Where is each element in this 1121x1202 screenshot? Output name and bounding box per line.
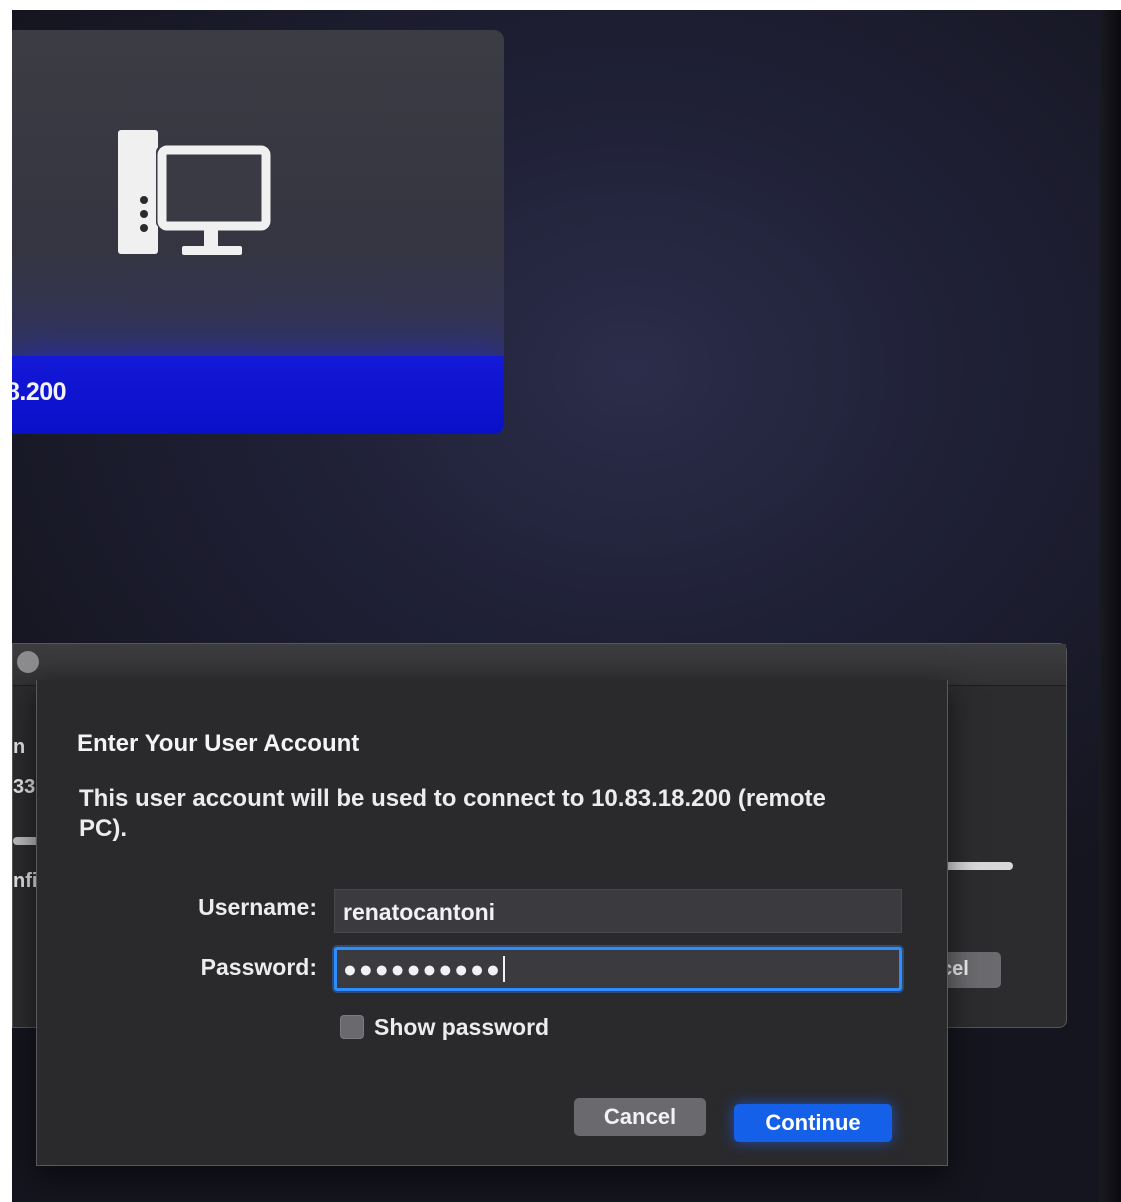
monitor-bezel	[1099, 10, 1121, 1202]
slider-track[interactable]	[943, 862, 1013, 870]
show-password-checkbox[interactable]	[340, 1015, 364, 1039]
password-field[interactable]: ●●●●●●●●●●	[334, 947, 902, 991]
show-password-label[interactable]: Show password	[374, 1014, 549, 1041]
username-field[interactable]: renatocantoni	[334, 889, 902, 933]
dialog-title: Enter Your User Account	[77, 730, 360, 757]
screen: 8.200 n 33 nfi cel Enter Your User Accou…	[12, 10, 1121, 1202]
close-window-button[interactable]	[17, 651, 39, 673]
partial-label: nfi	[13, 870, 38, 892]
continue-button[interactable]: Continue	[734, 1104, 892, 1142]
tile-selection-bar: 8.200	[12, 356, 504, 434]
text-caret	[502, 956, 505, 982]
username-label: Username:	[198, 894, 317, 920]
dialog-message: This user account will be used to connec…	[79, 785, 826, 842]
partial-label: n	[13, 736, 26, 758]
partial-label: 33	[13, 776, 36, 798]
remote-pc-address: 8.200	[12, 378, 67, 406]
password-value: ●●●●●●●●●●	[343, 956, 502, 982]
cancel-button[interactable]: Cancel	[574, 1098, 706, 1136]
remote-pc-tile[interactable]: 8.200	[12, 30, 504, 434]
desktop-computer-icon	[118, 130, 271, 255]
user-account-dialog: Enter Your User Account This user accoun…	[36, 680, 948, 1166]
password-label: Password:	[200, 954, 317, 980]
